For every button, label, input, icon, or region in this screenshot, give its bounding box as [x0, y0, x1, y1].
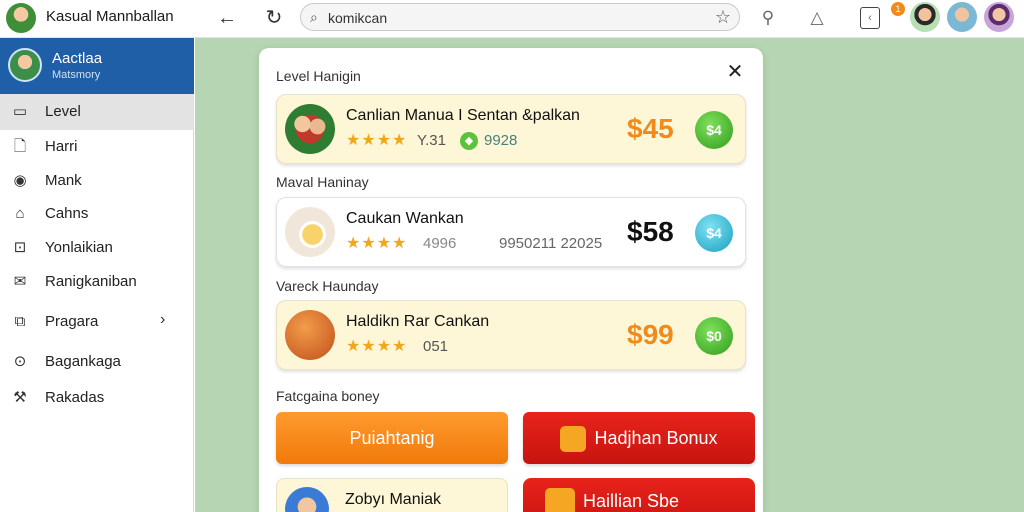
sidebar-item-cahns[interactable]: ⌂ Cahns [0, 196, 194, 232]
bottom-card[interactable]: Zobyı Maniak [276, 478, 508, 512]
sidebar-item-label: Mank [45, 172, 82, 189]
sidebar-item-label: Level [45, 103, 81, 120]
sidebar-item-label: Harri [45, 138, 78, 155]
window-icon: ▭ [12, 103, 28, 120]
bottom-button-label: Haillian Sbe [583, 491, 680, 511]
user-avatar-3[interactable] [984, 2, 1014, 32]
close-button[interactable]: ✕ [723, 60, 747, 84]
profile-header[interactable]: Aactlaa Matsmory [0, 38, 194, 94]
sidebar-item-ranigkaniban[interactable]: ✉ Ranigkaniban [0, 264, 194, 300]
bottom-card-title: Zobyı Maniak [345, 491, 442, 508]
bottom-red-button[interactable]: Haillian Sbe [523, 478, 755, 512]
app-title: Kasual Mannballan [46, 8, 174, 25]
gift-icon [560, 426, 587, 453]
wrench-icon: ⚒ [13, 389, 27, 406]
profile-name: Aactlaa [52, 50, 103, 67]
sidebar-item-label: Yonlaikian [45, 239, 113, 256]
sidebar-item-label: Rakadas [45, 389, 105, 406]
product-card[interactable]: Canlian Manua I Sentan &palkan ★★★★ Y.31… [276, 94, 746, 164]
sidebar-item-label: Ranigkaniban [45, 273, 137, 290]
review-count: 9950211 22025 [499, 235, 603, 252]
target-icon: ⊙ [13, 353, 27, 370]
product-price: $58 [627, 216, 674, 247]
bonus-box-icon [545, 488, 575, 512]
search-input[interactable] [328, 8, 708, 28]
sidebar-item-bagankaga[interactable]: ⊙ Bagankaga [0, 344, 194, 380]
sidebar-item-rakadas[interactable]: ⚒ Rakadas [0, 380, 194, 416]
product-title: Canlian Manua I Sentan &palkan [346, 107, 580, 124]
profile-subtitle: Matsmory [52, 69, 101, 81]
level-modal: Level Hanigin ✕ Canlian Manua I Sentan &… [259, 48, 763, 512]
button-label: Hadjhan Bonux [594, 428, 718, 448]
section-title: Vareck Haunday [276, 278, 379, 294]
sidebar-item-mank[interactable]: ◉ Mank [0, 163, 194, 199]
section-title: Level Hanigin [276, 68, 361, 84]
sidebar-item-yonlaikian[interactable]: ⊡ Yonlaikian [0, 230, 194, 266]
back-button[interactable]: ← [214, 5, 240, 31]
top-bar: Kasual Mannballan ← ↻ ⌕ ☆ ⚲ △ ‹ 1 [0, 0, 1024, 38]
rating-value: Y.31 [417, 132, 446, 149]
document-icon: 🗋 [13, 138, 27, 155]
sidebar: Aactlaa Matsmory ▭ Level 🗋 Harri ◉ Mank … [0, 38, 194, 512]
product-price: $45 [627, 113, 674, 144]
mail-icon: ✉ [13, 273, 27, 290]
sidebar-item-label: Cahns [45, 205, 89, 222]
star-rating: ★★★★ [346, 338, 408, 355]
share-icon[interactable]: ‹ [860, 7, 880, 29]
search-icon: ⌕ [310, 9, 318, 25]
button-label: Puiahtanig [349, 428, 435, 448]
review-count: 9928 [484, 132, 518, 149]
triangle-warning-icon[interactable]: △ [805, 6, 829, 30]
primary-orange-button[interactable]: Puiahtanig [276, 412, 508, 464]
product-price: $99 [627, 319, 674, 350]
sidebar-item-harri[interactable]: 🗋 Harri [0, 129, 194, 165]
buy-button[interactable]: $0 [695, 317, 733, 355]
home-icon: ⌂ [15, 205, 25, 222]
profile-avatar [8, 48, 42, 82]
chevron-right-icon: › [160, 311, 166, 328]
product-title: Caukan Wankan [346, 210, 464, 227]
puzzle-icon: ⧉ [14, 313, 26, 330]
user-avatar-1[interactable] [910, 2, 940, 32]
coin-icon: ◆ [460, 132, 478, 150]
buy-button[interactable]: $4 [695, 214, 733, 252]
product-title: Haldikn Rar Cankan [346, 313, 490, 330]
rating-value: 051 [423, 338, 449, 355]
section-title: Maval Haninay [276, 174, 369, 190]
sidebar-item-label: Pragara [45, 313, 99, 330]
bonus-button[interactable]: Hadjhan Bonux [523, 412, 755, 464]
key-icon[interactable]: ⚲ [756, 6, 780, 30]
star-rating: ★★★★ [346, 132, 408, 149]
product-thumbnail [285, 104, 335, 154]
search-bar[interactable]: ⌕ ☆ [300, 3, 740, 31]
star-rating: ★★★★ [346, 235, 408, 252]
product-thumbnail [285, 207, 335, 257]
sidebar-item-label: Bagankaga [45, 353, 121, 370]
rating-value: 4996 [423, 235, 457, 252]
notification-badge: 1 [891, 2, 905, 16]
section-title: Fatcgaina boney [276, 388, 380, 404]
product-card[interactable]: Caukan Wankan ★★★★ 4996 9950211 22025 $5… [276, 197, 746, 267]
eye-icon: ◉ [13, 172, 27, 189]
camera-icon: ⊡ [13, 239, 27, 256]
buy-button[interactable]: $4 [695, 111, 733, 149]
user-avatar-2[interactable] [947, 2, 977, 32]
sidebar-item-pragara[interactable]: ⧉ Pragara › [0, 304, 194, 340]
product-thumbnail [285, 310, 335, 360]
reload-button[interactable]: ↻ [261, 5, 287, 31]
product-card[interactable]: Haldikn Rar Cankan ★★★★ 051 $99 $0 [276, 300, 746, 370]
app-logo [6, 3, 36, 33]
bottom-card-thumbnail [285, 487, 329, 512]
bookmark-star-icon[interactable]: ☆ [715, 7, 731, 28]
sidebar-item-level[interactable]: ▭ Level [0, 94, 194, 130]
